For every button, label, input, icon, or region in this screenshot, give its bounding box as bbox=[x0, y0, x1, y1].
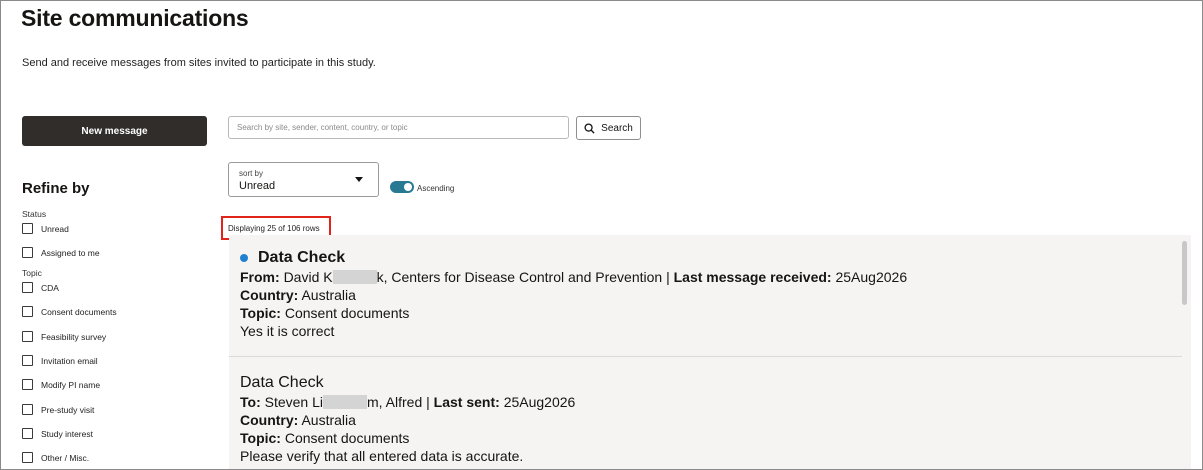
filter-label: CDA bbox=[41, 282, 59, 293]
message-title: Data Check bbox=[240, 374, 324, 391]
filter-label: Other / Misc. bbox=[41, 452, 90, 463]
party-name-end: m, Alfred | bbox=[367, 394, 430, 410]
filter-other-misc[interactable]: Other / Misc. bbox=[22, 452, 89, 463]
message-title-row: Data Check bbox=[240, 373, 1174, 393]
message-topic-line: Topic: Consent documents bbox=[240, 304, 1174, 322]
message-topic: Consent documents bbox=[284, 305, 410, 322]
ascending-label: Ascending bbox=[417, 184, 455, 193]
scrollbar-thumb[interactable] bbox=[1182, 241, 1187, 305]
checkbox[interactable] bbox=[22, 452, 33, 463]
filter-label: Study interest bbox=[41, 428, 93, 439]
message-list: Data Check From: David K k, Centers for D… bbox=[229, 235, 1191, 469]
message-party-line: To: Steven Li m, Alfred | Last sent: 25Au… bbox=[240, 393, 1174, 411]
message-title: Data Check bbox=[258, 249, 346, 266]
filter-study-interest[interactable]: Study interest bbox=[22, 428, 93, 439]
topic-label: Topic: bbox=[240, 305, 281, 322]
topic-group-label: Topic bbox=[22, 268, 42, 278]
filter-modify-pi-name[interactable]: Modify PI name bbox=[22, 379, 100, 390]
party-label: From: bbox=[240, 269, 280, 285]
checkbox[interactable] bbox=[22, 404, 33, 415]
party-name-end: k, Centers for Disease Control and Preve… bbox=[376, 269, 670, 285]
ascending-toggle[interactable] bbox=[390, 181, 414, 193]
topic-label: Topic: bbox=[240, 430, 281, 447]
message-title-row: Data Check bbox=[240, 248, 1174, 268]
search-input[interactable]: Search by site, sender, content, country… bbox=[228, 116, 569, 139]
search-button-label: Search bbox=[601, 122, 633, 134]
new-message-button[interactable]: New message bbox=[22, 116, 207, 146]
toggle-knob bbox=[404, 183, 412, 191]
status-group-label: Status bbox=[22, 209, 47, 219]
country-label: Country: bbox=[240, 287, 299, 304]
country-label: Country: bbox=[240, 412, 299, 429]
sort-by-select[interactable]: sort by Unread bbox=[228, 162, 379, 197]
checkbox[interactable] bbox=[22, 379, 33, 390]
filter-label: Assigned to me bbox=[41, 247, 100, 258]
message-body: Please verify that all entered data is a… bbox=[240, 448, 524, 465]
caret-down-icon bbox=[355, 177, 363, 182]
checkbox[interactable] bbox=[22, 428, 33, 439]
filter-cda[interactable]: CDA bbox=[22, 282, 59, 293]
page-title: Site communications bbox=[21, 5, 249, 31]
checkbox[interactable] bbox=[22, 355, 33, 366]
message-item[interactable]: Data Check To: Steven Li m, Alfred | Last… bbox=[229, 373, 1174, 465]
filter-pre-study-visit[interactable]: Pre-study visit bbox=[22, 404, 94, 415]
search-button[interactable]: Search bbox=[576, 116, 641, 140]
party-name-start: David K bbox=[283, 269, 333, 285]
filter-label: Unread bbox=[41, 223, 69, 234]
search-icon bbox=[584, 122, 595, 134]
filter-feasibility-survey[interactable]: Feasibility survey bbox=[22, 331, 106, 342]
message-country: Australia bbox=[301, 412, 356, 429]
message-body: Yes it is correct bbox=[240, 323, 335, 340]
message-country: Australia bbox=[301, 287, 356, 304]
page-subtitle: Send and receive messages from sites inv… bbox=[22, 57, 376, 69]
date-label: Last message received: bbox=[673, 269, 832, 285]
message-date: 25Aug2026 bbox=[835, 269, 908, 285]
message-date: 25Aug2026 bbox=[503, 394, 576, 410]
filter-invitation-email[interactable]: Invitation email bbox=[22, 355, 98, 366]
date-label: Last sent: bbox=[433, 394, 500, 410]
page-frame: Site communications Send and receive mes… bbox=[0, 0, 1203, 470]
checkbox[interactable] bbox=[22, 223, 33, 234]
checkbox[interactable] bbox=[22, 282, 33, 293]
message-topic: Consent documents bbox=[284, 430, 410, 447]
message-item[interactable]: Data Check From: David K k, Centers for D… bbox=[229, 248, 1174, 340]
unread-dot-icon bbox=[240, 254, 248, 262]
sort-by-value: Unread bbox=[239, 180, 276, 192]
filter-unread[interactable]: Unread bbox=[22, 223, 69, 234]
filter-label: Invitation email bbox=[41, 355, 98, 366]
message-divider bbox=[229, 356, 1182, 357]
redaction-block bbox=[323, 395, 367, 410]
checkbox[interactable] bbox=[22, 331, 33, 342]
filter-label: Feasibility survey bbox=[41, 331, 107, 342]
filter-assigned-to-me[interactable]: Assigned to me bbox=[22, 247, 100, 258]
filter-label: Modify PI name bbox=[41, 379, 101, 390]
party-name-start: Steven Li bbox=[264, 394, 323, 410]
party-label: To: bbox=[240, 394, 261, 410]
filter-label: Consent documents bbox=[41, 306, 117, 317]
message-country-line: Country: Australia bbox=[240, 286, 1174, 304]
refine-title: Refine by bbox=[22, 180, 90, 197]
filter-label: Pre-study visit bbox=[41, 404, 95, 415]
redaction-block bbox=[332, 270, 377, 285]
message-party-line: From: David K k, Centers for Disease Cont… bbox=[240, 268, 1174, 286]
message-country-line: Country: Australia bbox=[240, 411, 1174, 429]
filter-consent-documents[interactable]: Consent documents bbox=[22, 306, 117, 317]
checkbox[interactable] bbox=[22, 247, 33, 258]
checkbox[interactable] bbox=[22, 306, 33, 317]
sort-by-label: sort by bbox=[239, 169, 264, 178]
message-topic-line: Topic: Consent documents bbox=[240, 429, 1174, 447]
